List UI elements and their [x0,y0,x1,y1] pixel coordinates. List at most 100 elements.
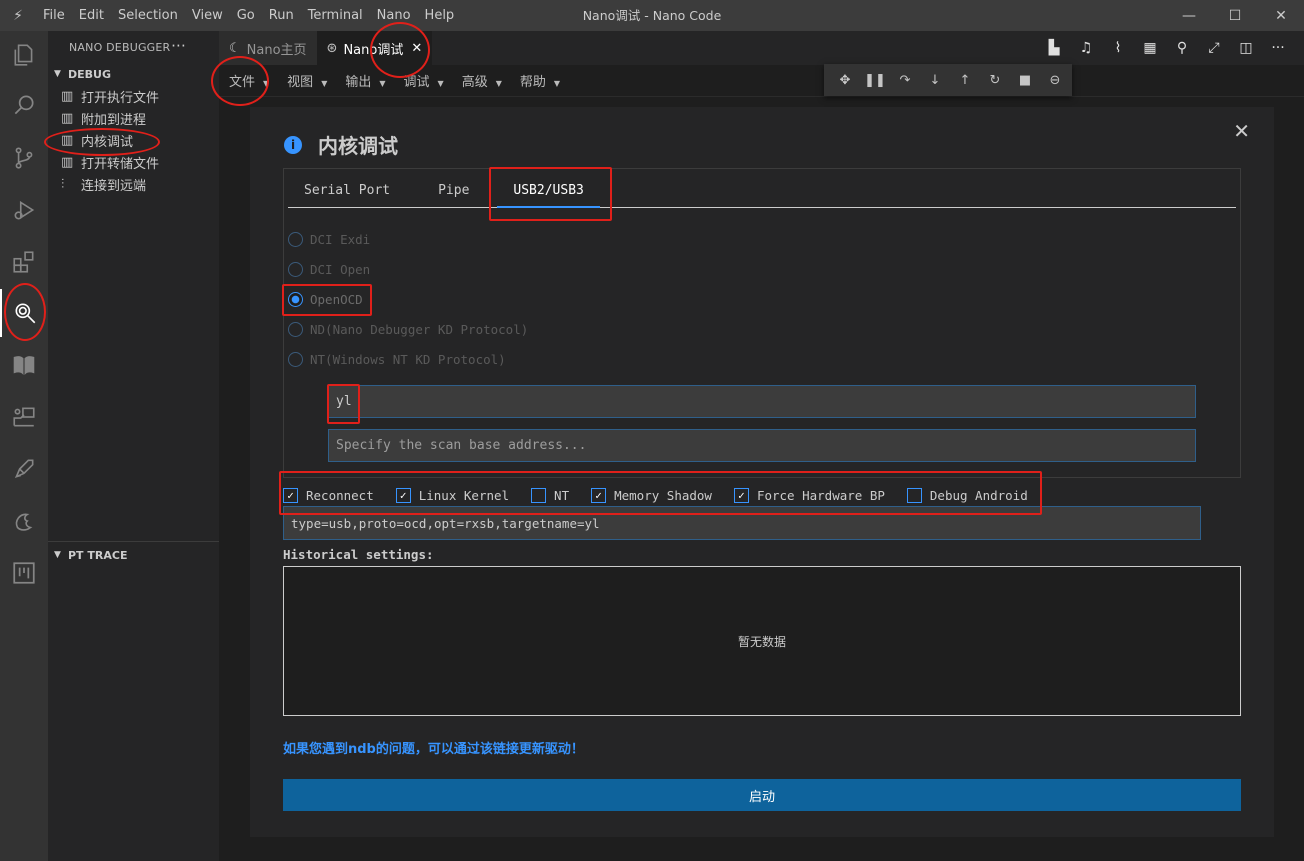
disconnect-icon[interactable]: ⊖ [1040,73,1070,88]
sidebar-item-open-dump[interactable]: ▥ 打开转储文件 [48,151,219,173]
tab-label: Nano调试 [343,42,404,58]
checkbox-nt[interactable]: NT [531,487,570,503]
stop-icon[interactable]: ■ [1010,73,1040,88]
extensions-icon[interactable] [0,238,48,286]
debug-section-header[interactable]: ▼ DEBUG [48,63,219,85]
window-controls: — ☐ ✕ [1166,0,1304,31]
radio-dci-exdi[interactable]: DCI Exdi [288,232,370,247]
radio-nd-protocol[interactable]: ND(Nano Debugger KD Protocol) [288,322,528,337]
drag-handle-icon[interactable]: ✥ [830,73,860,88]
rocket-icon[interactable] [0,445,48,493]
radio-circle-selected [288,292,303,307]
editor-actions: ▙ ♫ ⌇ ▦ ⚲ ⤢ ◫ ··· [1038,31,1294,65]
sidebar-header: NANO DEBUGGER ··· [48,31,219,63]
menu-edit[interactable]: Edit [72,0,111,31]
run-debug-icon[interactable] [0,186,48,234]
start-button[interactable]: 启动 [283,779,1241,811]
book-icon[interactable] [0,341,48,389]
check-icon: ✓ [395,487,411,503]
menu-selection[interactable]: Selection [111,0,185,31]
tab-nano-home[interactable]: ☾ Nano主页 [219,31,317,65]
minimize-icon[interactable]: — [1166,0,1212,31]
panel-icon: ▥ [61,132,74,148]
presenter-icon[interactable] [0,393,48,441]
caret-down-icon: ▼ [321,79,328,88]
radio-openocd[interactable]: OpenOCD [288,292,363,307]
caret-down-icon: ▼ [437,79,444,88]
editor-menu-debug[interactable]: 调试 ▼ [398,71,456,90]
scan-base-address-input[interactable]: Specify the scan base address... [328,429,1196,462]
radio-label: DCI Exdi [310,232,371,247]
editor-menu-file[interactable]: 文件 ▼ [223,71,281,90]
menu-view[interactable]: View [185,0,230,31]
broom-icon[interactable]: ⌇ [1102,40,1134,56]
board-icon[interactable] [0,549,48,597]
explorer-icon[interactable] [0,31,48,79]
close-tab-icon[interactable]: ✕ [411,41,422,56]
menu-go[interactable]: Go [230,0,262,31]
editor-menu-bar: 文件 ▼ 视图 ▼ 输出 ▼ 调试 ▼ 高级 ▼ 帮助 ▼ [219,65,1304,97]
editor-menu-output[interactable]: 输出 ▼ [339,71,397,90]
grid-icon[interactable]: ▦ [1134,40,1166,56]
more-actions-icon[interactable]: ··· [1262,40,1294,56]
checkbox-linux-kernel[interactable]: ✓ Linux Kernel [395,487,509,503]
update-driver-link[interactable]: 如果您遇到ndb的问题，可以通过该链接更新驱动！ [283,738,584,757]
step-into-icon[interactable]: ↓ [920,73,950,88]
nano-debugger-icon: ⊛ [326,40,338,56]
menu-help[interactable]: Help [418,0,462,31]
restart-icon[interactable]: ↻ [980,73,1010,88]
dialog-title: i 内核调试 [284,130,398,159]
tab-serial-port[interactable]: Serial Port [288,169,406,208]
music-icon[interactable]: ♫ [1070,40,1102,56]
maximize-icon[interactable]: ☐ [1212,0,1258,31]
history-list[interactable]: 暂无数据 [283,566,1241,716]
kernel-debug-dialog: i 内核调试 ✕ Serial Port Pipe USB2/USB3 DCI … [250,107,1274,837]
step-out-icon[interactable]: ↑ [950,73,980,88]
editor-menu-advanced[interactable]: 高级 ▼ [456,71,514,90]
pt-trace-header[interactable]: ▼ PT TRACE [48,544,219,566]
checkbox-empty [531,487,547,503]
sidebar-item-label: 打开转储文件 [81,156,160,172]
close-window-icon[interactable]: ✕ [1258,0,1304,31]
checkbox-force-hardware-bp[interactable]: ✓ Force Hardware BP [733,487,885,503]
search-icon[interactable] [0,81,48,129]
radio-dci-open[interactable]: DCI Open [288,262,370,277]
sidebar-item-open-executable[interactable]: ▥ 打开执行文件 [48,85,219,107]
menu-run[interactable]: Run [262,0,301,31]
close-icon[interactable]: ✕ [1233,119,1250,143]
editor-menu-help[interactable]: 帮助 ▼ [514,71,572,90]
layout-icon[interactable]: ▙ [1038,40,1070,56]
radio-circle [288,262,303,277]
nano-debugger-icon[interactable] [0,289,48,337]
menu-nano[interactable]: Nano [370,0,418,31]
more-actions-icon[interactable]: ··· [171,37,186,55]
radio-nt-protocol[interactable]: NT(Windows NT KD Protocol) [288,352,506,367]
checkbox-reconnect[interactable]: ✓ Reconnect [283,487,374,503]
fullscreen-icon[interactable]: ⤢ [1198,40,1230,56]
pause-icon[interactable]: ❚❚ [860,73,890,88]
editor-menu-view[interactable]: 视图 ▼ [281,71,339,90]
editor-tabs: ☾ Nano主页 ⊛ Nano调试 ✕ ▙ ♫ ⌇ ▦ ⚲ ⤢ ◫ ··· [219,31,1304,65]
menu-file[interactable]: File [36,0,72,31]
debug-toolbar: ✥ ❚❚ ↷ ↓ ↑ ↻ ■ ⊖ [824,64,1072,96]
source-control-icon[interactable] [0,134,48,182]
tab-usb[interactable]: USB2/USB3 [497,169,600,208]
split-editor-icon[interactable]: ◫ [1230,40,1262,56]
step-over-icon[interactable]: ↷ [890,73,920,88]
checkbox-label: Debug Android [929,487,1028,503]
tab-pipe[interactable]: Pipe [406,169,485,208]
command-line-input[interactable]: type=usb,proto=ocd,opt=rxsb,targetname=y… [283,506,1201,540]
check-icon: ✓ [591,487,607,503]
nano-logo-icon[interactable] [0,497,48,545]
checkbox-memory-shadow[interactable]: ✓ Memory Shadow [591,487,712,503]
menu-terminal[interactable]: Terminal [301,0,370,31]
tab-nano-debug[interactable]: ⊛ Nano调试 ✕ [316,31,433,65]
checkbox-label: NT [554,487,570,503]
zoom-icon[interactable]: ⚲ [1166,40,1198,56]
sidebar-item-connect-remote[interactable]: ⫶ 连接到远端 [48,173,219,195]
sidebar-item-kernel-debug[interactable]: ▥ 内核调试 [48,129,219,151]
checkbox-debug-android[interactable]: Debug Android [906,487,1028,503]
caret-down-icon: ▼ [263,79,270,88]
sidebar-item-attach-process[interactable]: ▥ 附加到进程 [48,107,219,129]
target-name-input[interactable]: yl [328,385,1196,418]
